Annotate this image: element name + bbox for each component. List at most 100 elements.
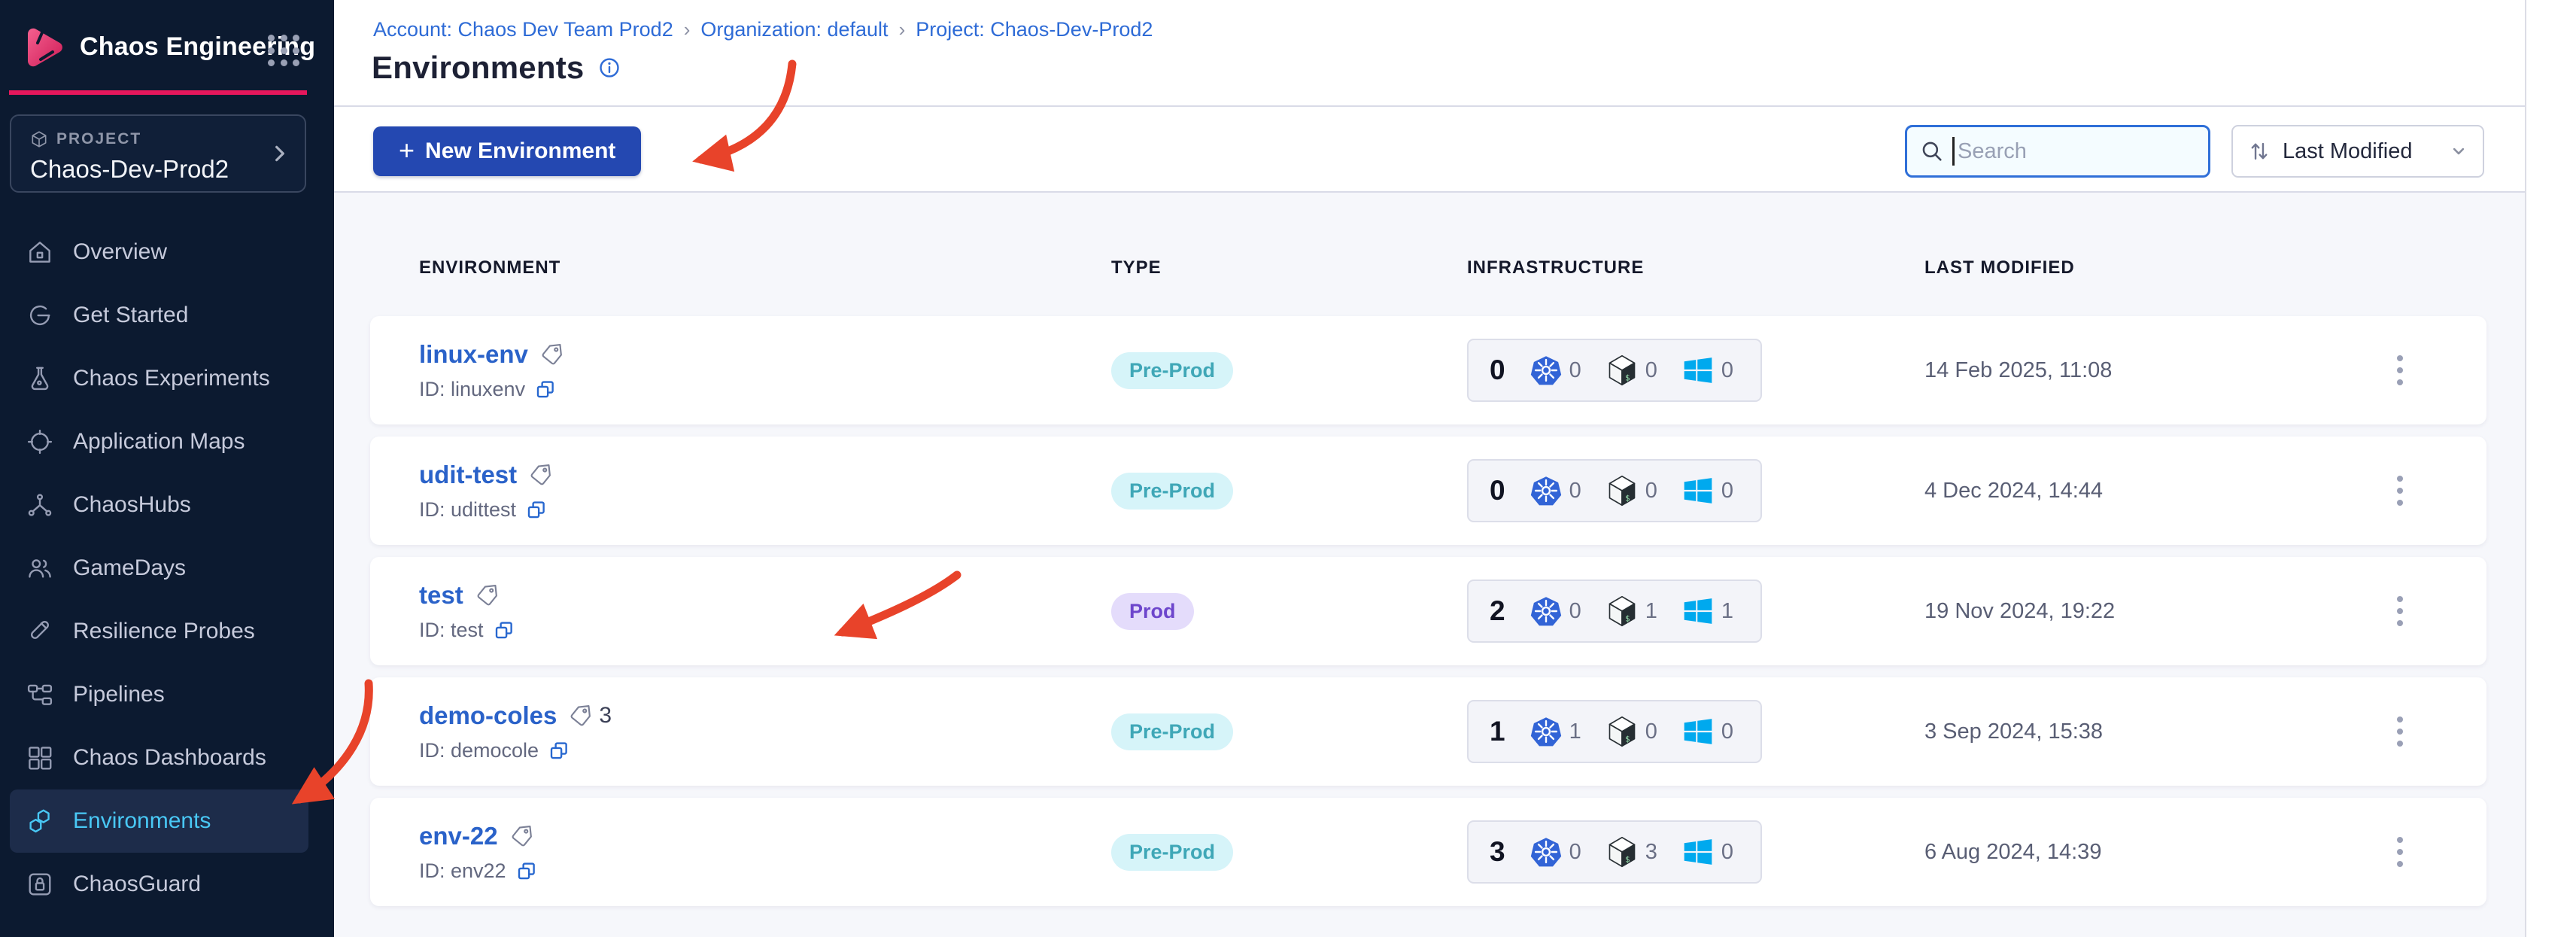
breadcrumb-organization[interactable]: Organization: default (700, 18, 888, 41)
sidebar-item-chaos-experiments[interactable]: Chaos Experiments (10, 347, 308, 410)
windows-icon (1684, 357, 1712, 383)
svg-text:$: $ (1625, 614, 1630, 624)
brand-accent-rule (9, 90, 307, 95)
tags-badge (510, 824, 540, 848)
sidebar-item-environments[interactable]: Environments (10, 789, 308, 853)
environments-list-area: ENVIRONMENT TYPE INFRASTRUCTURE LAST MOD… (334, 193, 2525, 937)
last-modified: 3 Sep 2024, 15:38 (1924, 719, 2104, 744)
last-modified: 4 Dec 2024, 14:44 (1924, 478, 2104, 503)
sidebar-item-application-maps[interactable]: Application Maps (10, 410, 308, 473)
sidebar-item-chaosguard[interactable]: ChaosGuard (10, 853, 308, 916)
search-box (1905, 125, 2210, 178)
scrollbar-rail[interactable] (2525, 0, 2576, 937)
project-label: PROJECT (56, 130, 142, 148)
row-menu-kebab[interactable] (2389, 348, 2410, 393)
infrastructure-total-count: 2 (1490, 595, 1505, 626)
kubernetes-count: 1 (1569, 719, 1581, 744)
sidebar-item-label: GameDays (73, 555, 187, 580)
new-environment-button[interactable]: + New Environment (373, 126, 642, 176)
kubernetes-icon (1530, 597, 1561, 626)
tag-count: 3 (599, 702, 612, 728)
kubernetes-icon (1530, 838, 1561, 867)
infrastructure-total-count: 3 (1490, 836, 1505, 867)
infrastructure-summary: 2 0 $ 1 1 (1467, 580, 1762, 643)
breadcrumb-separator: › (683, 18, 691, 41)
sidebar-item-get-started[interactable]: Get Started (10, 284, 308, 347)
environment-name-link[interactable]: demo-coles (419, 701, 557, 730)
info-icon[interactable] (597, 56, 621, 80)
sidebar-item-pipelines[interactable]: Pipelines (10, 663, 308, 726)
type-badge: Pre-Prod (1111, 713, 1234, 750)
environment-name-link[interactable]: test (419, 581, 463, 610)
tag-icon (512, 825, 532, 846)
breadcrumb-project[interactable]: Project: Chaos-Dev-Prod2 (916, 18, 1153, 41)
search-icon (1922, 141, 1942, 161)
copy-icon[interactable] (548, 739, 570, 762)
environment-name-link[interactable]: env-22 (419, 822, 498, 850)
windows-count: 0 (1721, 357, 1733, 382)
environment-id: ID: env22 (419, 859, 506, 882)
page-header: Account: Chaos Dev Team Prod2 › Organiza… (334, 0, 2525, 107)
type-badge: Pre-Prod (1111, 833, 1234, 871)
tags-badge: 3 (569, 703, 612, 729)
environment-name-link[interactable]: linux-env (419, 340, 528, 369)
kubernetes-icon (1530, 356, 1561, 385)
copy-icon[interactable] (534, 378, 557, 400)
chevron-right-icon (267, 141, 291, 169)
type-badge: Prod (1111, 592, 1194, 630)
copy-icon[interactable] (525, 498, 548, 521)
tag-icon (542, 343, 562, 364)
type-badge: Pre-Prod (1111, 472, 1234, 510)
environment-name-link[interactable]: udit-test (419, 461, 517, 489)
infrastructure-total-count: 0 (1490, 354, 1505, 385)
tag-icon (570, 704, 591, 726)
sidebar-item-label: Chaos Dashboards (73, 745, 266, 770)
row-menu-kebab[interactable] (2389, 709, 2410, 754)
main-panel: Account: Chaos Dev Team Prod2 › Organiza… (334, 0, 2525, 937)
sidebar-item-label: Environments (73, 808, 211, 833)
toolbar: + New Environment Last Modified (334, 107, 2525, 193)
sidebar-item-resilience-probes[interactable]: Resilience Probes (10, 600, 308, 663)
target-icon (25, 427, 55, 457)
environment-id: ID: linuxenv (419, 377, 526, 400)
breadcrumb: Account: Chaos Dev Team Prod2 › Organiza… (373, 18, 1153, 41)
table-row[interactable]: test ID: test Prod 2 0 $ 1 1 19 Nov 2024… (370, 557, 2486, 665)
project-selector[interactable]: PROJECT Chaos-Dev-Prod2 (10, 114, 306, 193)
copy-icon[interactable] (515, 859, 538, 882)
windows-count: 0 (1721, 478, 1733, 503)
last-modified: 6 Aug 2024, 14:39 (1924, 839, 2102, 864)
dashboard-icon (25, 743, 55, 773)
table-row[interactable]: demo-coles 3 ID: democole Pre-Prod 1 1 $… (370, 677, 2486, 786)
copy-icon[interactable] (493, 619, 515, 641)
sidebar-item-label: Get Started (73, 303, 189, 327)
lock-icon (25, 869, 55, 899)
sidebar-item-chaos-dashboards[interactable]: Chaos Dashboards (10, 726, 308, 789)
table-header-row: ENVIRONMENT TYPE INFRASTRUCTURE LAST MOD… (370, 257, 2486, 278)
kubernetes-icon (1530, 717, 1561, 747)
sidebar-item-gamedays[interactable]: GameDays (10, 537, 308, 600)
windows-count: 0 (1721, 839, 1733, 864)
sidebar-item-overview[interactable]: Overview (10, 221, 308, 284)
windows-icon (1684, 478, 1712, 503)
row-menu-kebab[interactable] (2389, 829, 2410, 875)
table-body: linux-env ID: linuxenv Pre-Prod 0 0 $ 0 … (370, 316, 2486, 918)
sort-dropdown[interactable]: Last Modified (2231, 125, 2484, 178)
row-menu-kebab[interactable] (2389, 468, 2410, 513)
sidebar-item-chaoshubs[interactable]: ChaosHubs (10, 473, 308, 537)
module-grid-icon[interactable] (268, 35, 301, 68)
table-row[interactable]: udit-test ID: udittest Pre-Prod 0 0 $ 0 … (370, 437, 2486, 545)
table-row[interactable]: linux-env ID: linuxenv Pre-Prod 0 0 $ 0 … (370, 316, 2486, 424)
svg-text:$: $ (1625, 373, 1630, 383)
windows-icon (1684, 719, 1712, 744)
search-input[interactable] (1955, 138, 2196, 165)
row-menu-kebab[interactable] (2389, 589, 2410, 634)
linux-count: 1 (1645, 598, 1657, 623)
linux-icon: $ (1608, 716, 1636, 747)
hub-icon (25, 490, 55, 520)
windows-icon (1684, 839, 1712, 865)
type-badge: Pre-Prod (1111, 351, 1234, 389)
breadcrumb-account[interactable]: Account: Chaos Dev Team Prod2 (373, 18, 673, 41)
linux-count: 0 (1645, 478, 1657, 503)
table-row[interactable]: env-22 ID: env22 Pre-Prod 3 0 $ 3 0 6 Au… (370, 798, 2486, 906)
sidebar-item-label: ChaosGuard (73, 872, 202, 896)
